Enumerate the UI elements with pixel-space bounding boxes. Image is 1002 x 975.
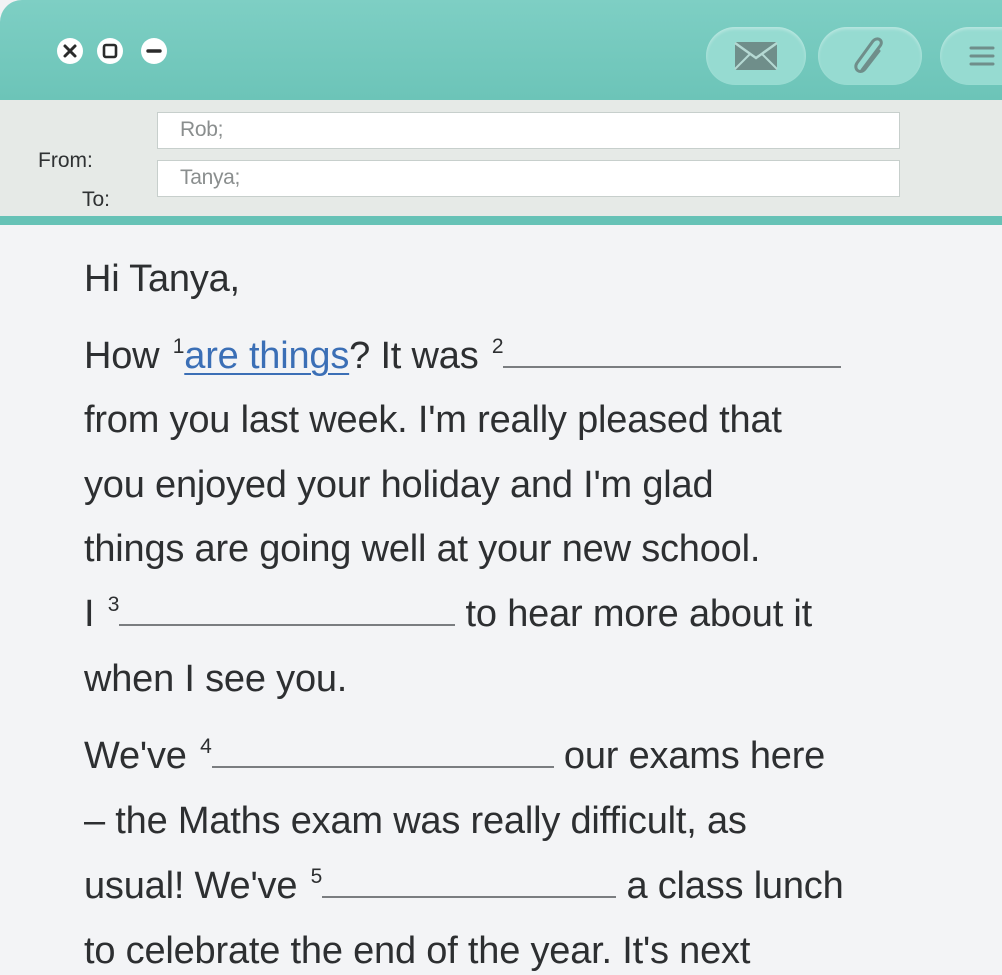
example-answer: are things — [184, 335, 350, 377]
attach-button[interactable] — [818, 27, 922, 85]
line7-after: our exams here — [553, 735, 826, 777]
gap-number-5: 5 — [310, 865, 323, 888]
body-line-1: How 1are things? It was 2 — [84, 335, 842, 378]
minimize-icon — [146, 49, 162, 53]
from-value: Rob; — [180, 118, 224, 141]
from-field[interactable]: Rob; — [157, 112, 900, 149]
gap-number-3: 3 — [107, 593, 120, 616]
gap-number-1: 1 — [172, 335, 185, 358]
greeting-line: Hi Tanya, — [84, 258, 240, 300]
body-line-7: We've 4 our exams here — [84, 735, 825, 778]
from-label: From: — [38, 149, 93, 172]
minimize-button[interactable] — [141, 38, 167, 64]
body-line-10: to celebrate the end of the year. It's n… — [84, 930, 751, 972]
gap-number-2: 2 — [491, 335, 504, 358]
answer-blank-5[interactable] — [322, 866, 617, 898]
mail-button[interactable] — [706, 27, 806, 85]
answer-blank-4[interactable] — [211, 736, 554, 768]
body-line-9: usual! We've 5 a class lunch — [84, 865, 844, 908]
line1-text: How — [84, 335, 170, 377]
body-line-5: I 3 to hear more about it — [84, 593, 812, 636]
line1-mid: ? It was — [349, 335, 489, 377]
email-body[interactable]: Hi Tanya, How 1are things? It was 2 from… — [0, 225, 1002, 975]
to-label: To: — [82, 188, 111, 211]
line9-text: usual! We've — [84, 865, 308, 907]
maximize-icon — [102, 43, 118, 59]
answer-blank-3[interactable] — [119, 594, 456, 626]
gap-number-4: 4 — [200, 735, 212, 758]
header-divider — [0, 216, 1002, 225]
body-line-8: – the Maths exam was really difficult, a… — [84, 800, 747, 842]
title-bar — [0, 0, 1002, 100]
email-header: From: Rob; To: Tanya; — [0, 100, 1002, 216]
mail-icon — [734, 41, 778, 70]
menu-icon — [969, 46, 995, 66]
body-line-6: when I see you. — [84, 658, 348, 700]
body-line-2: from you last week. I'm really pleased t… — [84, 399, 782, 441]
close-icon — [63, 44, 77, 58]
line9-after: a class lunch — [616, 865, 844, 907]
email-window: From: Rob; To: Tanya; Hi Tanya, How 1are… — [0, 0, 1002, 975]
line7-text: We've — [84, 735, 198, 777]
line5-text: I — [84, 593, 105, 635]
to-value: Tanya; — [180, 166, 241, 189]
menu-button[interactable] — [940, 27, 1002, 85]
to-field[interactable]: Tanya; — [157, 160, 900, 197]
close-button[interactable] — [57, 38, 83, 64]
maximize-button[interactable] — [97, 38, 123, 64]
paperclip-icon — [854, 37, 883, 73]
body-line-3: you enjoyed your holiday and I'm glad — [84, 464, 714, 506]
body-line-4: things are going well at your new school… — [84, 528, 761, 570]
line5-after: to hear more about it — [455, 593, 813, 635]
answer-blank-2[interactable] — [503, 336, 842, 368]
